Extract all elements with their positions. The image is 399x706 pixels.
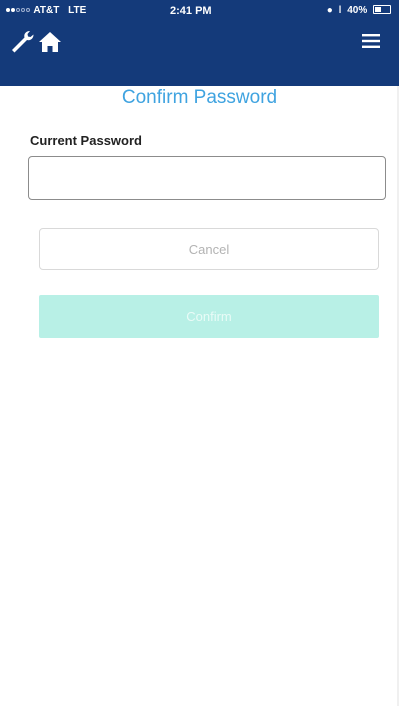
- signal-dot-icon: [6, 8, 10, 12]
- carrier-name: AT&T: [33, 5, 60, 16]
- network-type: LTE: [68, 5, 87, 16]
- signal-dot-icon: [26, 8, 30, 12]
- clock: 2:41 PM: [170, 5, 212, 17]
- signal-dot-icon: [11, 8, 15, 12]
- cancel-button[interactable]: Cancel: [39, 228, 379, 270]
- battery-icon: [373, 5, 391, 14]
- confirm-button[interactable]: Confirm: [39, 295, 379, 338]
- signal-dot-icon: [21, 8, 25, 12]
- current-password-label: Current Password: [30, 133, 142, 148]
- status-right: ● ǀ 40%: [327, 5, 391, 16]
- home-icon[interactable]: [36, 28, 70, 62]
- bluetooth-icon: ǀ: [338, 5, 342, 16]
- top-navigation-bar: AT&T LTE 2:41 PM ● ǀ 40%: [0, 0, 399, 86]
- battery-percent: 40%: [347, 5, 368, 16]
- page-title: Confirm Password: [121, 87, 278, 108]
- status-bar: AT&T LTE 2:41 PM ● ǀ 40%: [0, 0, 399, 22]
- nav-row: [0, 28, 399, 68]
- location-icon: ●: [326, 5, 333, 16]
- current-password-input[interactable]: [28, 156, 386, 200]
- carrier-info: AT&T LTE: [6, 5, 86, 16]
- signal-dot-icon: [16, 8, 20, 12]
- hamburger-menu-icon[interactable]: [359, 28, 393, 62]
